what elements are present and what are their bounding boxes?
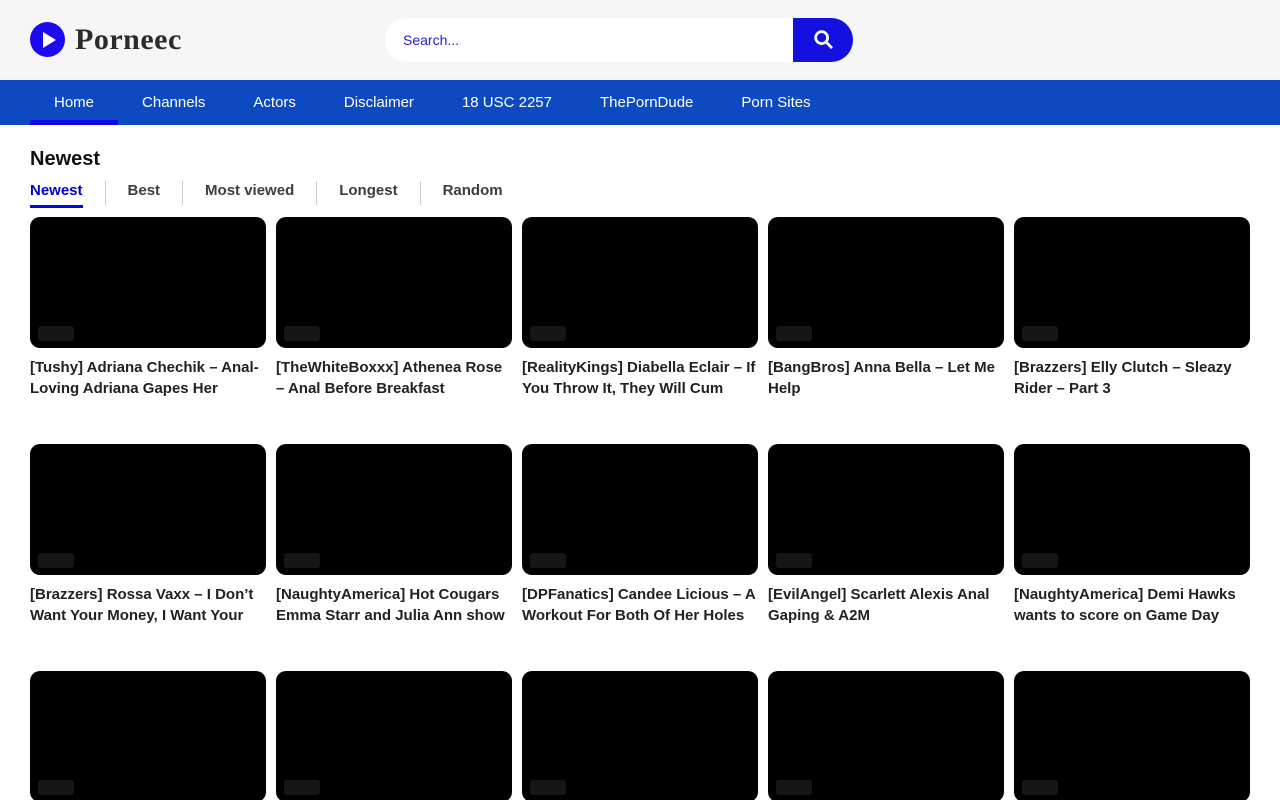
duration-badge xyxy=(284,553,320,568)
video-thumbnail[interactable] xyxy=(30,444,266,575)
video-title[interactable]: [Tushy] Adriana Chechik – Anal-Loving Ad… xyxy=(30,357,266,399)
duration-badge xyxy=(776,326,812,341)
video-thumbnail[interactable] xyxy=(1014,444,1250,575)
video-thumbnail[interactable] xyxy=(768,217,1004,348)
tab-random-label: Random xyxy=(443,181,503,205)
duration-badge xyxy=(38,780,74,795)
nav-item-home[interactable]: Home xyxy=(30,80,118,125)
nav-item-actors[interactable]: Actors xyxy=(229,80,320,125)
tab-newest[interactable]: Newest xyxy=(30,181,105,208)
video-title[interactable]: [NaughtyAmerica] Hot Cougars Emma Starr … xyxy=(276,584,512,626)
video-title[interactable]: [DPFanatics] Candee Licious – A Workout … xyxy=(522,584,758,626)
duration-badge xyxy=(1022,326,1058,341)
video-thumbnail[interactable] xyxy=(768,444,1004,575)
site-name: Porneec xyxy=(75,23,182,57)
video-card[interactable] xyxy=(276,671,512,800)
duration-badge xyxy=(1022,553,1058,568)
video-card[interactable] xyxy=(1014,671,1250,800)
nav-item-disclaimer[interactable]: Disclaimer xyxy=(320,80,438,125)
video-card[interactable]: [BangBros] Anna Bella – Let Me Help xyxy=(768,217,1004,399)
video-title[interactable]: [NaughtyAmerica] Demi Hawks wants to sco… xyxy=(1014,584,1250,626)
video-title[interactable]: [Brazzers] Rossa Vaxx – I Don’t Want You… xyxy=(30,584,266,626)
video-thumbnail[interactable] xyxy=(30,217,266,348)
nav-item-theporndude[interactable]: ThePornDude xyxy=(576,80,717,125)
tab-longest-label: Longest xyxy=(339,181,397,205)
main-nav: Home Channels Actors Disclaimer 18 USC 2… xyxy=(0,80,1280,125)
video-title[interactable]: [RealityKings] Diabella Eclair – If You … xyxy=(522,357,758,399)
video-thumbnail[interactable] xyxy=(768,671,1004,800)
duration-badge xyxy=(284,326,320,341)
video-title[interactable]: [TheWhiteBoxxx] Athenea Rose – Anal Befo… xyxy=(276,357,512,399)
video-card[interactable] xyxy=(522,671,758,800)
video-card[interactable] xyxy=(30,671,266,800)
duration-badge xyxy=(530,326,566,341)
duration-badge xyxy=(38,326,74,341)
video-card[interactable]: [DPFanatics] Candee Licious – A Workout … xyxy=(522,444,758,626)
sort-tabs: Newest Best Most viewed Longest Random xyxy=(30,181,1250,208)
tab-most-viewed[interactable]: Most viewed xyxy=(182,181,316,205)
duration-badge xyxy=(38,553,74,568)
video-card[interactable]: [TheWhiteBoxxx] Athenea Rose – Anal Befo… xyxy=(276,217,512,399)
video-thumbnail[interactable] xyxy=(276,217,512,348)
site-logo[interactable]: Porneec xyxy=(30,22,182,57)
duration-badge xyxy=(776,553,812,568)
video-thumbnail[interactable] xyxy=(1014,671,1250,800)
video-card[interactable]: [RealityKings] Diabella Eclair – If You … xyxy=(522,217,758,399)
video-card[interactable]: [Brazzers] Rossa Vaxx – I Don’t Want You… xyxy=(30,444,266,626)
video-thumbnail[interactable] xyxy=(30,671,266,800)
tab-most-viewed-label: Most viewed xyxy=(205,181,294,205)
video-thumbnail[interactable] xyxy=(1014,217,1250,348)
site-header: Porneec xyxy=(0,0,1280,80)
video-thumbnail[interactable] xyxy=(522,444,758,575)
tab-newest-label: Newest xyxy=(30,181,83,208)
duration-badge xyxy=(530,553,566,568)
video-title[interactable]: [EvilAngel] Scarlett Alexis Anal Gaping … xyxy=(768,584,1004,626)
video-card[interactable]: [NaughtyAmerica] Demi Hawks wants to sco… xyxy=(1014,444,1250,626)
video-card[interactable]: [Tushy] Adriana Chechik – Anal-Loving Ad… xyxy=(30,217,266,399)
video-title[interactable]: [BangBros] Anna Bella – Let Me Help xyxy=(768,357,1004,399)
video-card[interactable]: [NaughtyAmerica] Hot Cougars Emma Starr … xyxy=(276,444,512,626)
search-input[interactable] xyxy=(385,18,793,62)
video-card[interactable]: [EvilAngel] Scarlett Alexis Anal Gaping … xyxy=(768,444,1004,626)
video-card[interactable] xyxy=(768,671,1004,800)
video-thumbnail[interactable] xyxy=(276,671,512,800)
video-card[interactable]: [Brazzers] Elly Clutch – Sleazy Rider – … xyxy=(1014,217,1250,399)
nav-item-18-usc-2257[interactable]: 18 USC 2257 xyxy=(438,80,576,125)
video-thumbnail[interactable] xyxy=(522,217,758,348)
page-title: Newest xyxy=(30,147,1250,172)
nav-item-porn-sites[interactable]: Porn Sites xyxy=(717,80,834,125)
play-icon xyxy=(30,22,65,57)
duration-badge xyxy=(776,780,812,795)
search-icon xyxy=(812,28,834,53)
tab-longest[interactable]: Longest xyxy=(316,181,419,205)
video-thumbnail[interactable] xyxy=(276,444,512,575)
video-thumbnail[interactable] xyxy=(522,671,758,800)
main-content: Newest Newest Best Most viewed Longest R… xyxy=(0,147,1280,800)
search-button[interactable] xyxy=(793,18,853,62)
tab-random[interactable]: Random xyxy=(420,181,525,205)
duration-badge xyxy=(530,780,566,795)
nav-item-channels[interactable]: Channels xyxy=(118,80,229,125)
video-title[interactable]: [Brazzers] Elly Clutch – Sleazy Rider – … xyxy=(1014,357,1250,399)
search-bar xyxy=(385,18,853,62)
duration-badge xyxy=(1022,780,1058,795)
tab-best-label: Best xyxy=(128,181,161,205)
video-grid: [Tushy] Adriana Chechik – Anal-Loving Ad… xyxy=(30,217,1250,800)
tab-best[interactable]: Best xyxy=(105,181,183,205)
duration-badge xyxy=(284,780,320,795)
